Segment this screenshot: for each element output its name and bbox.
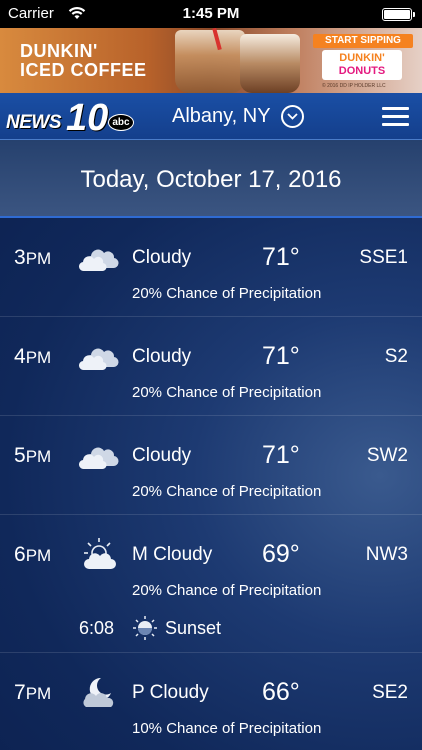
- precip-label: 20% Chance of Precipitation: [132, 483, 322, 500]
- hamburger-menu-icon[interactable]: [382, 107, 409, 127]
- location-selector[interactable]: Albany, NY: [172, 105, 271, 128]
- news10-logo[interactable]: NEWS 10 abc: [4, 97, 134, 139]
- hourly-row[interactable]: 4PM Cloudy 71° S2 20% Chance of Precipit…: [0, 317, 422, 416]
- brand-line1: DUNKIN': [339, 52, 385, 64]
- condition-label: Cloudy: [132, 445, 192, 466]
- ad-banner[interactable]: DUNKIN' ICED COFFEE START SIPPING DUNKIN…: [0, 28, 422, 93]
- precip-label: 20% Chance of Precipitation: [132, 285, 322, 302]
- hourly-row[interactable]: 6PM M Cloudy 69° NW3 20% Chance of Preci…: [0, 515, 422, 653]
- ad-legal: © 2016 DD IP HOLDER LLC: [322, 83, 386, 89]
- cloudy-icon: [78, 440, 121, 472]
- ad-headline-line2: ICED COFFEE: [20, 60, 147, 80]
- temperature: 71°: [262, 243, 300, 271]
- sunset-icon: [132, 615, 158, 641]
- temperature: 66°: [262, 678, 300, 706]
- temperature: 71°: [262, 441, 300, 469]
- temperature: 69°: [262, 540, 300, 568]
- condition-label: Cloudy: [132, 247, 192, 268]
- ad-headline-line1: DUNKIN': [20, 41, 98, 61]
- wind-label: NW3: [365, 544, 408, 565]
- condition-label: M Cloudy: [132, 544, 213, 565]
- precip-label: 20% Chance of Precipitation: [132, 384, 322, 401]
- wind-label: SW2: [366, 445, 408, 466]
- cloudy-icon: [78, 242, 121, 274]
- partly-cloudy-moon-icon: [79, 675, 121, 707]
- wind-label: SSE1: [359, 247, 408, 268]
- hour-label: 3PM: [14, 246, 52, 269]
- dunkin-logo: DUNKIN' DONUTS: [322, 50, 402, 80]
- hour-label: 6PM: [14, 543, 52, 566]
- wind-label: SE2: [372, 682, 408, 703]
- sunset-time: 6:08: [79, 618, 115, 638]
- hourly-row[interactable]: 5PM Cloudy 71° SW2 20% Chance of Precipi…: [0, 416, 422, 515]
- condition-label: P Cloudy: [132, 682, 209, 703]
- mostly-cloudy-sun-icon: [79, 537, 121, 569]
- hour-label: 7PM: [14, 681, 52, 704]
- sunset-label: Sunset: [165, 618, 222, 638]
- temperature: 71°: [262, 342, 300, 370]
- clock: 1:45 PM: [182, 5, 240, 22]
- hour-label: 4PM: [14, 345, 52, 368]
- brand-line2: DONUTS: [338, 65, 386, 77]
- condition-label: Cloudy: [132, 346, 192, 367]
- ad-headline: DUNKIN' ICED COFFEE: [20, 42, 147, 80]
- iced-coffee-image-2: [240, 34, 300, 93]
- hourly-forecast[interactable]: Today, October 17, 2016 3PM Cloudy 71° S…: [0, 140, 422, 750]
- battery-icon: [382, 8, 415, 21]
- abc-logo: abc: [108, 114, 134, 131]
- logo-news-text: NEWS: [6, 112, 62, 133]
- precip-label: 20% Chance of Precipitation: [132, 582, 322, 599]
- forecast-date: Today, October 17, 2016: [80, 166, 342, 193]
- status-bar: Carrier 1:45 PM: [0, 0, 422, 28]
- iced-coffee-image: [175, 30, 245, 93]
- ad-cta[interactable]: START SIPPING: [313, 34, 413, 48]
- chevron-down-icon[interactable]: [281, 105, 304, 128]
- date-banner: Today, October 17, 2016: [0, 140, 422, 218]
- cloudy-icon: [78, 341, 121, 373]
- hourly-row[interactable]: 3PM Cloudy 71° SSE1 20% Chance of Precip…: [0, 220, 422, 317]
- hour-label: 5PM: [14, 444, 52, 467]
- precip-label: 10% Chance of Precipitation: [132, 720, 322, 737]
- app-header: NEWS 10 abc Albany, NY: [0, 93, 422, 140]
- logo-number: 10: [66, 97, 109, 139]
- wind-label: S2: [384, 346, 408, 367]
- hourly-row[interactable]: 7PM P Cloudy 66° SE2 10% Chance of Preci…: [0, 653, 422, 750]
